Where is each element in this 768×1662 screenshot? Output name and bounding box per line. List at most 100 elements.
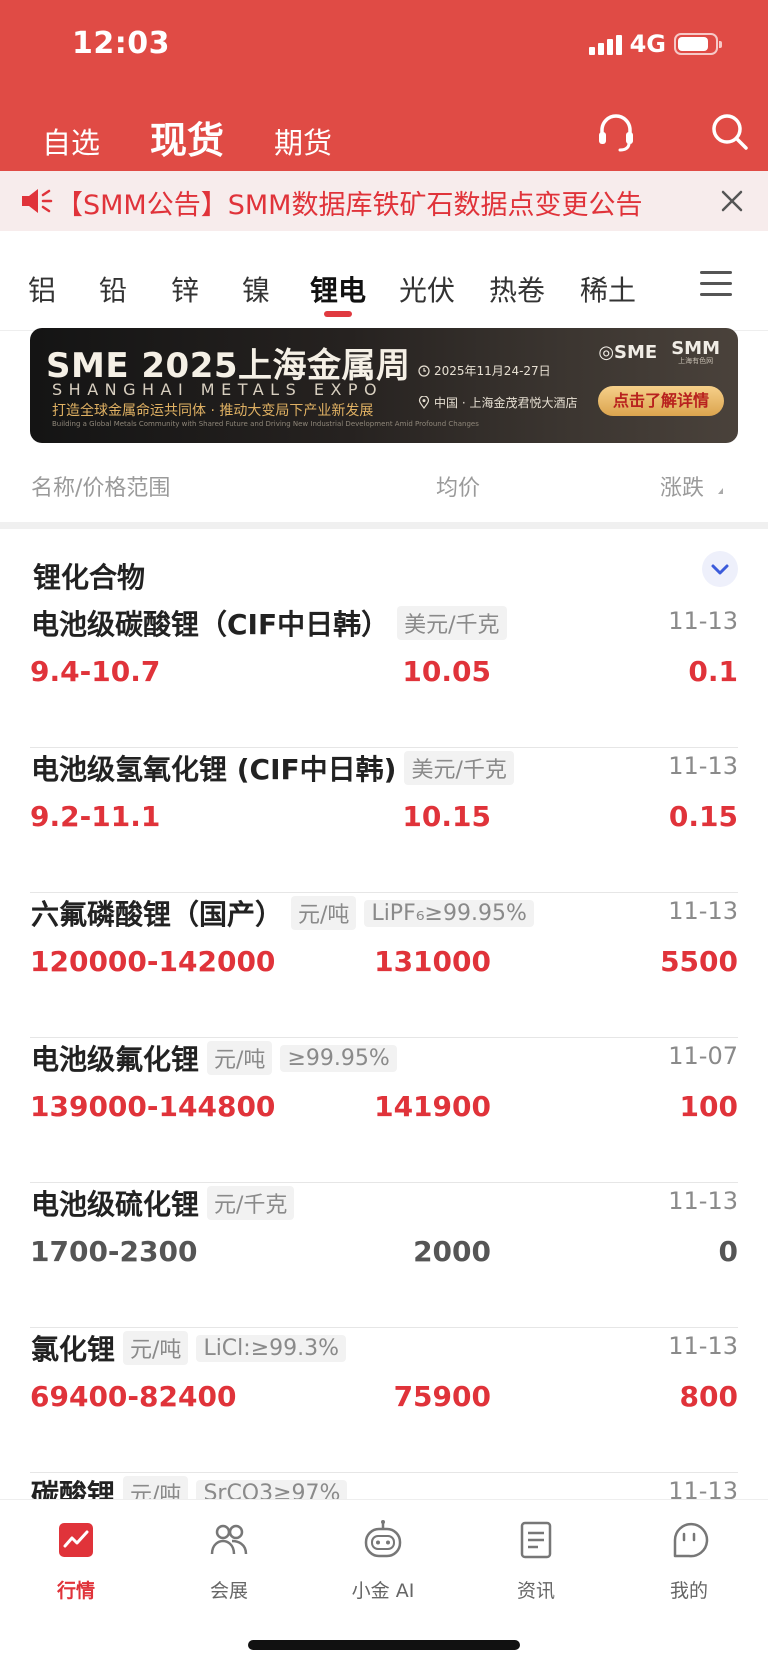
nav-market[interactable]: 行情 (21, 1518, 131, 1603)
unit-tag: 元/吨 (123, 1331, 189, 1365)
category-tab-lead[interactable]: 铅 (99, 269, 127, 309)
category-tab-hot-rolled-coil[interactable]: 热卷 (489, 269, 545, 309)
active-tab-indicator (324, 311, 352, 317)
chevron-down-icon (711, 564, 729, 575)
banner-location: 中国 · 上海金茂君悦大酒店 (418, 394, 577, 411)
price-change: 800 (679, 1380, 738, 1413)
product-row[interactable]: 电池级硫化锂 元/千克 11-13 1700-2300 2000 0 (0, 1183, 768, 1328)
smm-logo: SMM 上海有色网 (671, 338, 720, 365)
product-row[interactable]: 氯化锂 元/吨 LiCl:≥99.3% 11-13 69400-82400 7590… (0, 1328, 768, 1473)
average-price: 10.05 (402, 655, 491, 688)
banner-location-text: 中国 · 上海金茂君悦大酒店 (434, 396, 578, 410)
nav-label: 会展 (209, 1580, 248, 1602)
price-range: 9.4-10.7 (30, 655, 161, 688)
collapse-button[interactable] (702, 551, 738, 587)
news-icon (520, 1521, 552, 1559)
average-price: 75900 (393, 1380, 491, 1413)
product-name: 电池级硫化锂 (31, 1188, 200, 1221)
clock-icon (418, 364, 430, 377)
profile-icon (673, 1522, 709, 1558)
tab-watchlist[interactable]: 自选 (42, 120, 100, 162)
headset-icon[interactable] (594, 110, 638, 154)
sme-logo: ◎SME (598, 342, 658, 363)
banner-logos: ◎SME SMM 上海有色网 (598, 340, 720, 365)
product-name: 电池级氢氧化锂 (CIF中日韩) (31, 753, 397, 786)
top-nav-tabs: 自选 现货 期货 (42, 110, 332, 164)
product-date: 11-07 (668, 1042, 738, 1070)
bottom-navigation: 行情 会展 小金 AI 资讯 我的 (0, 1499, 768, 1662)
category-tab-nickel[interactable]: 镍 (242, 269, 270, 309)
tab-futures[interactable]: 期货 (274, 120, 332, 162)
product-date: 11-13 (668, 607, 738, 635)
announcement-bar[interactable]: 【SMM公告】SMM数据库铁矿石数据点变更公告 (0, 171, 768, 231)
banner-details-button[interactable]: 点击了解详情 (598, 386, 724, 416)
column-average: 均价 (436, 476, 481, 501)
price-range: 9.2-11.1 (30, 800, 161, 833)
nav-profile[interactable]: 我的 (634, 1518, 744, 1603)
category-tab-aluminum[interactable]: 铝 (28, 269, 56, 309)
section-title: 锂化合物 (33, 561, 146, 594)
average-price: 131000 (374, 945, 491, 978)
spec-tag: LiPF₆≥99.95% (364, 899, 534, 927)
speaker-icon (22, 189, 53, 213)
battery-icon (674, 33, 722, 55)
sort-indicator-icon[interactable] (718, 488, 723, 494)
price-table-header: 名称/价格范围 均价 涨跌 (0, 462, 768, 522)
network-label: 4G (629, 30, 666, 58)
nav-exhibition[interactable]: 会展 (174, 1518, 284, 1603)
product-row[interactable]: 电池级碳酸锂（CIF中日韩） 美元/千克 11-13 9.4-10.7 10.05… (0, 603, 768, 748)
menu-icon[interactable] (700, 271, 732, 299)
column-name-range: 名称/价格范围 (31, 476, 171, 501)
price-range: 139000-144800 (30, 1090, 276, 1123)
announcement-text[interactable]: 【SMM公告】SMM数据库铁矿石数据点变更公告 (56, 183, 642, 222)
price-change: 0.15 (668, 800, 738, 833)
average-price: 141900 (374, 1090, 491, 1123)
robot-icon (364, 1520, 402, 1558)
status-time: 12:03 (72, 26, 170, 61)
spec-tag: ≥99.95% (280, 1044, 397, 1072)
price-change: 5500 (660, 945, 738, 978)
product-name: 六氟磷酸锂（国产） (31, 898, 284, 931)
product-row[interactable]: 六氟磷酸锂（国产） 元/吨 LiPF₆≥99.95% 11-13 120000-14… (0, 893, 768, 1038)
banner-slogan: 打造全球金属命运共同体 · 推动大变局下产业新发展 (52, 403, 374, 419)
category-tab-photovoltaic[interactable]: 光伏 (399, 269, 455, 309)
tab-spot[interactable]: 现货 (150, 110, 224, 164)
location-pin-icon (418, 396, 430, 409)
category-tab-rare-earth[interactable]: 稀土 (580, 269, 636, 309)
promo-banner[interactable]: SME 2025上海金属周 SHANGHAI METALS EXPO 打造全球金… (30, 328, 738, 443)
nav-news[interactable]: 资讯 (481, 1518, 591, 1603)
price-change: 0.1 (688, 655, 738, 688)
status-indicators: 4G (588, 30, 722, 58)
product-name: 电池级氟化锂 (31, 1043, 200, 1076)
nav-label: 我的 (669, 1580, 708, 1602)
average-price: 2000 (413, 1235, 491, 1268)
close-icon[interactable] (718, 187, 746, 215)
banner-english-slogan: Building a Global Metals Community with … (52, 420, 479, 428)
product-date: 11-13 (668, 752, 738, 780)
search-icon[interactable] (708, 110, 752, 154)
unit-tag: 美元/千克 (397, 606, 507, 640)
category-tab-zinc[interactable]: 锌 (171, 269, 199, 309)
home-indicator[interactable] (248, 1640, 520, 1650)
product-row[interactable]: 电池级氢氧化锂 (CIF中日韩) 美元/千克 11-13 9.2-11.1 10.… (0, 748, 768, 893)
app-header: 12:03 4G 自选 现货 期货 (0, 0, 768, 171)
market-chart-icon (59, 1523, 93, 1557)
banner-date: 2025年11月24-27日 (418, 362, 551, 379)
unit-tag: 元/吨 (207, 1041, 273, 1075)
unit-tag: 元/吨 (291, 896, 357, 930)
product-row[interactable]: 电池级氟化锂 元/吨 ≥99.95% 11-07 139000-144800 141… (0, 1038, 768, 1183)
signal-icon (588, 33, 622, 55)
section-divider (0, 522, 768, 529)
people-icon (210, 1524, 248, 1555)
unit-tag: 美元/千克 (404, 751, 514, 785)
column-change[interactable]: 涨跌 (660, 470, 704, 502)
price-range: 120000-142000 (30, 945, 276, 978)
spec-tag: LiCl:≥99.3% (196, 1334, 347, 1362)
price-range: 69400-82400 (30, 1380, 237, 1413)
category-tab-lithium-battery[interactable]: 锂电 (310, 269, 366, 309)
product-name: 氯化锂 (31, 1333, 116, 1366)
nav-ai-assistant[interactable]: 小金 AI (328, 1518, 438, 1603)
price-range: 1700-2300 (30, 1235, 198, 1268)
banner-subtitle: SHANGHAI METALS EXPO (52, 380, 384, 399)
average-price: 10.15 (402, 800, 491, 833)
